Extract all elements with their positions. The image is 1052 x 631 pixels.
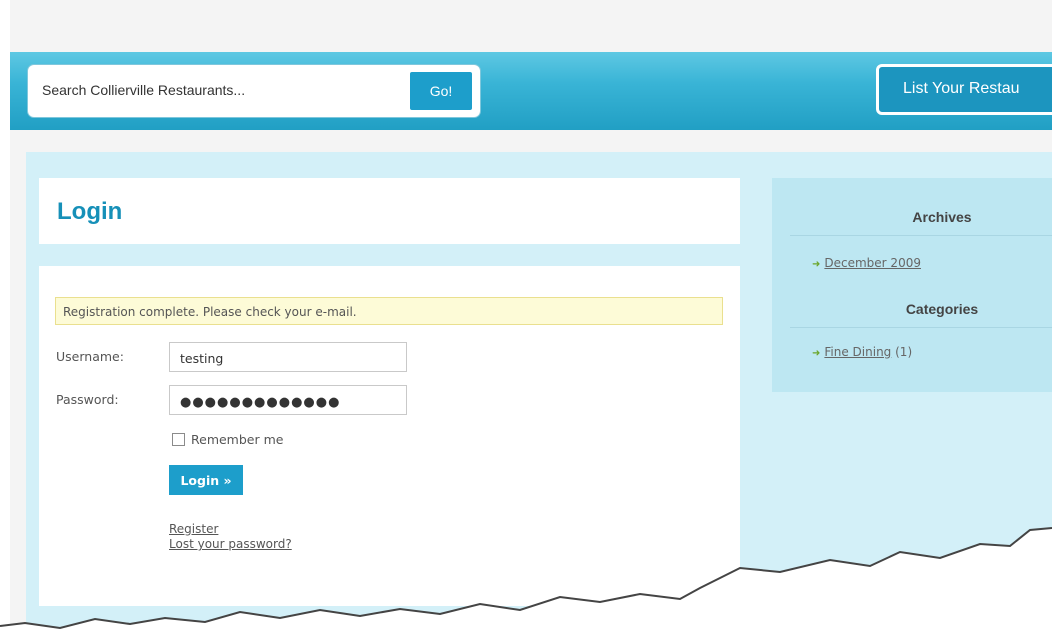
torn-edge-decoration — [0, 527, 1052, 631]
